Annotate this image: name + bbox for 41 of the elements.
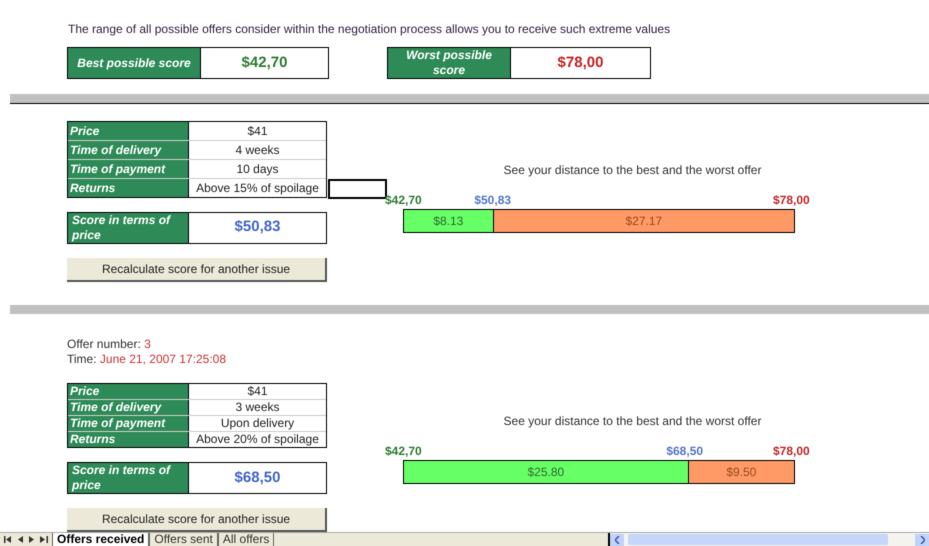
first-sheet-icon[interactable] — [4, 536, 12, 543]
issue-label: Price — [68, 122, 188, 140]
issue-label: Returns — [68, 178, 188, 197]
issue-label: Returns — [68, 432, 188, 447]
horizontal-scrollbar[interactable] — [608, 533, 929, 546]
sheet-tab[interactable]: Offers sent — [149, 533, 218, 546]
scroll-right-icon[interactable] — [915, 534, 929, 546]
chart-title: See your distance to the best and the worst offer — [502, 162, 762, 179]
worst-value: $78,00 — [773, 192, 810, 209]
best-value: $42,70 — [385, 443, 422, 460]
current-value: $50,83 — [474, 192, 512, 209]
issue-label: Time of payment — [68, 160, 188, 178]
score-label: Worst possible score — [388, 48, 510, 78]
current-value: $68,50 — [666, 443, 704, 460]
score-label: Best possible score — [68, 48, 200, 78]
distance-to-worst-label: $9.50 — [725, 464, 758, 481]
best-distance-segment: $8.13 — [404, 210, 494, 232]
best-value: $42,70 — [385, 192, 422, 209]
issue-label: Time of payment — [68, 416, 188, 431]
score-label: Score in terms of price — [68, 212, 188, 243]
last-sheet-icon[interactable] — [40, 536, 48, 543]
offer-time: Time: June 21, 2007 17:25:08 — [67, 352, 228, 367]
score-label: Score in terms of price — [68, 463, 188, 493]
distance-to-worst-label: $27.17 — [624, 212, 664, 230]
chart-title: See your distance to the best and the worst offer — [502, 413, 762, 430]
scroll-thumb[interactable] — [628, 534, 888, 545]
previous-sheet-icon[interactable] — [18, 536, 23, 543]
sheet-tab[interactable]: All offers — [218, 533, 274, 546]
recalculate-button[interactable]: Recalculate score for another issue — [67, 258, 327, 282]
intro-text: The range of all possible offers consider within the negotiation process allows you to receive such extreme values — [68, 21, 672, 38]
issue-label: Time of delivery — [68, 140, 188, 159]
scroll-left-icon[interactable] — [610, 534, 624, 546]
issue-label: Price — [68, 384, 188, 399]
worst-value: $78,00 — [773, 443, 810, 460]
sheet-tab[interactable]: Offers received — [52, 533, 150, 546]
offer-number: Offer number: 3 — [67, 337, 152, 352]
issue-label: Time of delivery — [68, 400, 188, 415]
selected-cell[interactable] — [328, 178, 387, 199]
recalculate-button[interactable]: Recalculate score for another issue — [67, 508, 327, 532]
next-sheet-icon[interactable] — [29, 536, 34, 543]
best-distance-segment: $25.80 — [404, 461, 689, 483]
